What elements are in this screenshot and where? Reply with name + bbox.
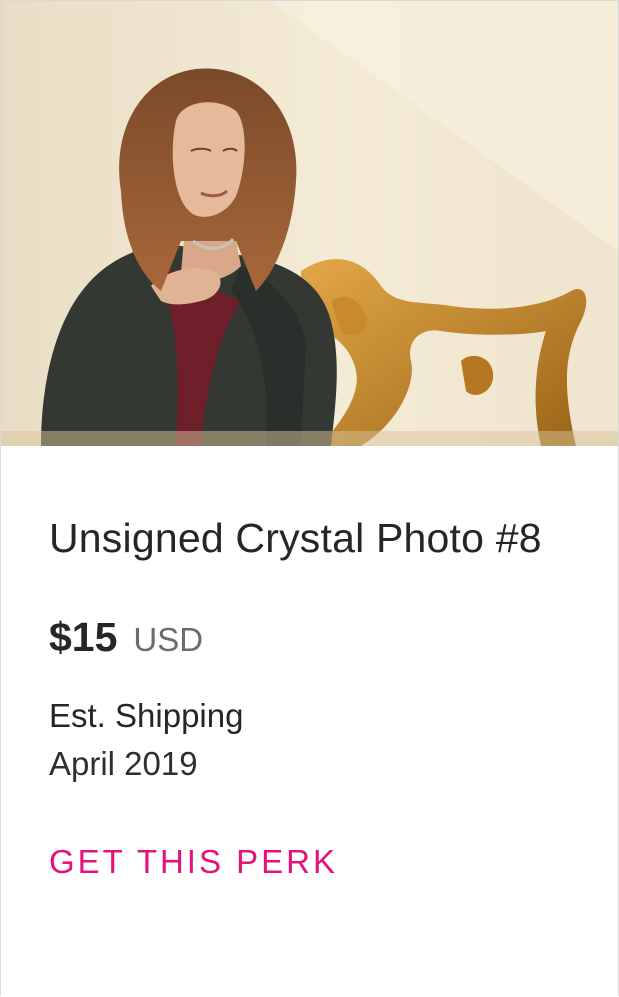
perk-card[interactable]: Unsigned Crystal Photo #8 $15 USD Est. S… xyxy=(0,0,619,996)
get-this-perk-button[interactable]: GET THIS PERK xyxy=(49,843,338,881)
price-amount: $15 xyxy=(49,614,118,660)
perk-title: Unsigned Crystal Photo #8 xyxy=(49,515,542,561)
perk-photo-illustration xyxy=(1,1,618,446)
price-currency: USD xyxy=(133,621,204,658)
shipping-date: April 2019 xyxy=(49,745,198,782)
shipping-label: Est. Shipping xyxy=(49,697,244,734)
perk-image xyxy=(1,1,618,446)
price-row: $15 USD xyxy=(49,614,570,661)
perk-details: Unsigned Crystal Photo #8 $15 USD Est. S… xyxy=(1,446,618,881)
